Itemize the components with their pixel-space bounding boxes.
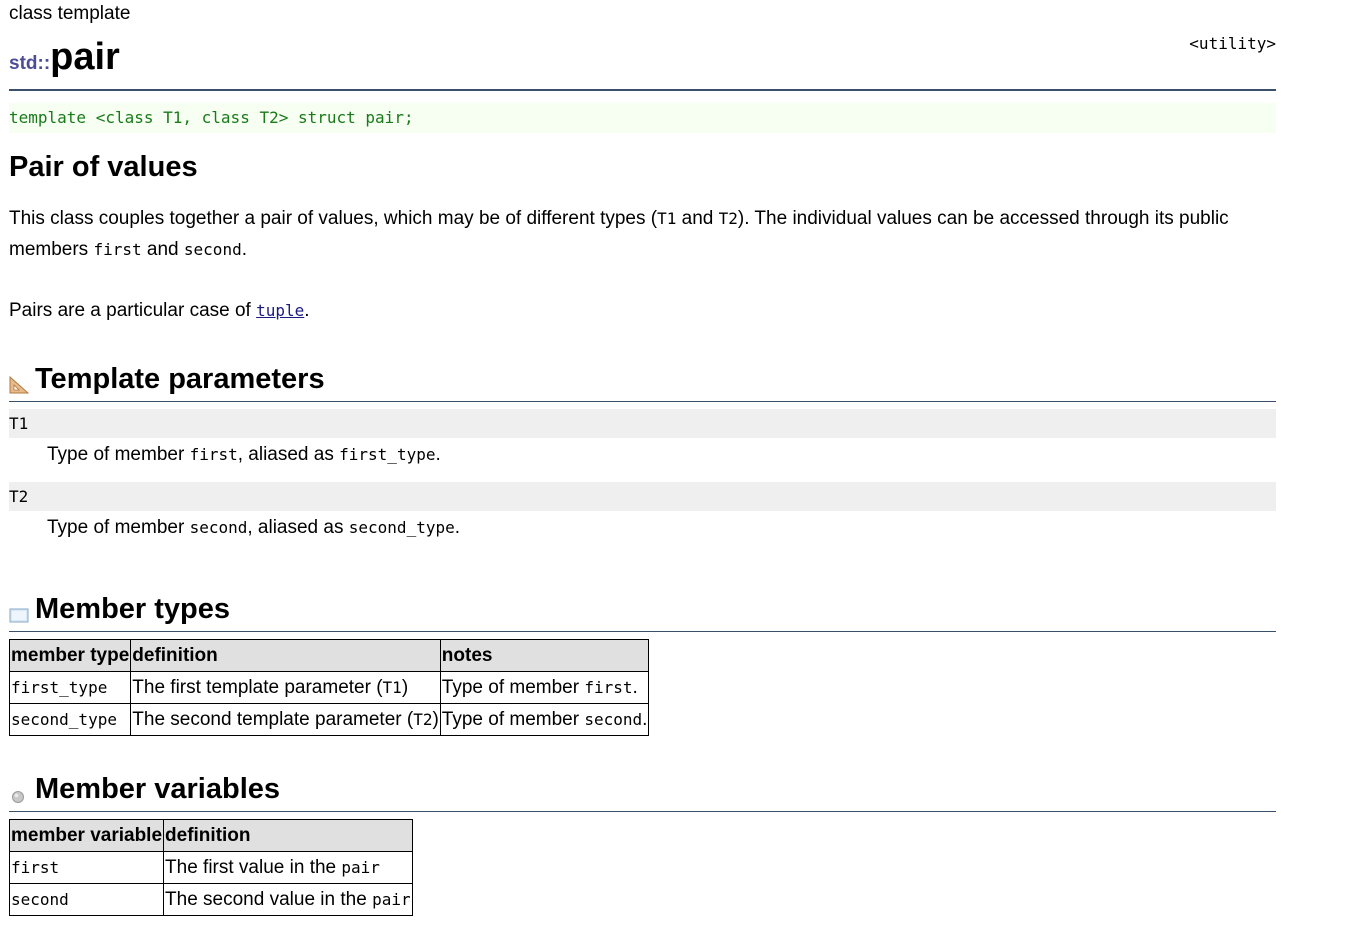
namespace-label: std::	[9, 53, 51, 74]
code-variable: first	[11, 857, 60, 877]
page-title: std::pair	[9, 36, 120, 79]
table-row: first The first value in the pair	[8, 851, 413, 884]
notes-cell: Type of member second.	[439, 703, 650, 736]
member-variables-heading: Member variables	[9, 773, 1276, 812]
table-row: second_type The second template paramete…	[8, 703, 650, 736]
text-span: Pairs are a particular case of	[9, 300, 257, 321]
column-header: definition	[130, 639, 441, 672]
text-span: Type of member	[47, 444, 190, 465]
code-alias: second_type	[348, 518, 455, 537]
code-first: first	[93, 240, 142, 259]
type-cell: first_type	[8, 671, 132, 704]
param-term-t1: T1	[9, 409, 1276, 438]
param-def-t2: Type of member second, aliased as second…	[47, 513, 460, 542]
entity-kind: class template	[9, 3, 131, 24]
text-span: )	[432, 708, 439, 730]
definition-cell: The first template parameter (T1)	[130, 671, 441, 704]
text-span: .	[454, 517, 461, 538]
text-span: Type of member	[47, 517, 190, 538]
section-title: Template parameters	[35, 363, 325, 395]
code-member: first	[189, 445, 238, 464]
code-member: second	[189, 518, 248, 537]
code-second: second	[183, 240, 242, 259]
text-span: This class couples together a pair of va…	[9, 208, 658, 229]
code-param: T2	[413, 709, 433, 729]
code-class: pair	[372, 889, 411, 909]
text-span: The first value in the	[165, 856, 342, 878]
code-member: second	[584, 709, 643, 729]
template-params-icon	[9, 376, 29, 394]
description-paragraph: This class couples together a pair of va…	[9, 203, 1276, 265]
text-span: and	[141, 239, 184, 260]
code-variable: second	[11, 889, 69, 909]
type-cell: second_type	[8, 703, 132, 736]
text-span: The first template parameter (	[132, 676, 383, 698]
text-span: Type of member	[441, 676, 585, 698]
member-variables-icon	[12, 791, 24, 803]
variable-cell: second	[8, 883, 165, 916]
code-class: pair	[341, 857, 380, 877]
definition-cell: The second template parameter (T2)	[130, 703, 441, 736]
definition-cell: The first value in the pair	[163, 851, 413, 884]
class-name: pair	[50, 36, 120, 78]
text-span: and	[676, 208, 719, 229]
text-span: .	[304, 300, 310, 321]
member-types-heading: Member types	[9, 593, 1276, 632]
text-span: The second value in the	[165, 888, 373, 910]
code-t1: T1	[657, 209, 677, 228]
notes-cell: Type of member first.	[439, 671, 650, 704]
template-parameters-heading: Template parameters	[9, 363, 1276, 402]
column-header: member type	[8, 639, 132, 672]
text-span: , aliased as	[247, 517, 349, 538]
code-t2: T2	[718, 209, 738, 228]
member-types-table: member type definition notes first_type …	[8, 639, 650, 736]
text-span: , aliased as	[237, 444, 340, 465]
column-header: notes	[439, 639, 650, 672]
column-header: member variable	[8, 819, 165, 852]
text-span: .	[642, 708, 648, 730]
table-header-row: member variable definition	[8, 819, 413, 852]
text-span: .	[435, 444, 441, 465]
description-title: Pair of values	[9, 151, 198, 183]
section-title: Member variables	[35, 773, 281, 805]
variable-cell: first	[8, 851, 165, 884]
declaration-box: template <class T1, class T2> struct pai…	[9, 103, 1276, 133]
member-variables-table: member variable definition first The fir…	[8, 819, 413, 916]
tuple-link[interactable]: tuple	[256, 301, 304, 320]
param-term-t2: T2	[9, 482, 1276, 511]
section-title: Member types	[35, 593, 231, 625]
page: class template std::pair <utility> templ…	[0, 0, 1349, 932]
tuple-paragraph: Pairs are a particular case of tuple.	[9, 295, 1276, 326]
text-span: Type of member	[441, 708, 585, 730]
code-param: T1	[382, 677, 402, 697]
text-span: .	[241, 239, 247, 260]
param-def-t1: Type of member first, aliased as first_t…	[47, 440, 441, 469]
text-span: .	[632, 676, 638, 698]
member-types-icon	[9, 608, 29, 623]
code-alias: first_type	[339, 445, 436, 464]
table-row: first_type The first template parameter …	[8, 671, 650, 704]
table-row: second The second value in the pair	[8, 883, 413, 916]
header-divider	[9, 89, 1276, 91]
code-type: second_type	[11, 709, 117, 729]
definition-cell: The second value in the pair	[163, 883, 413, 916]
header-file-label: <utility>	[1189, 34, 1276, 53]
code-type: first_type	[11, 677, 108, 697]
text-span: The second template parameter (	[132, 708, 414, 730]
code-member: first	[584, 677, 633, 697]
table-header-row: member type definition notes	[8, 639, 650, 672]
text-span: )	[401, 676, 409, 698]
column-header: definition	[163, 819, 413, 852]
